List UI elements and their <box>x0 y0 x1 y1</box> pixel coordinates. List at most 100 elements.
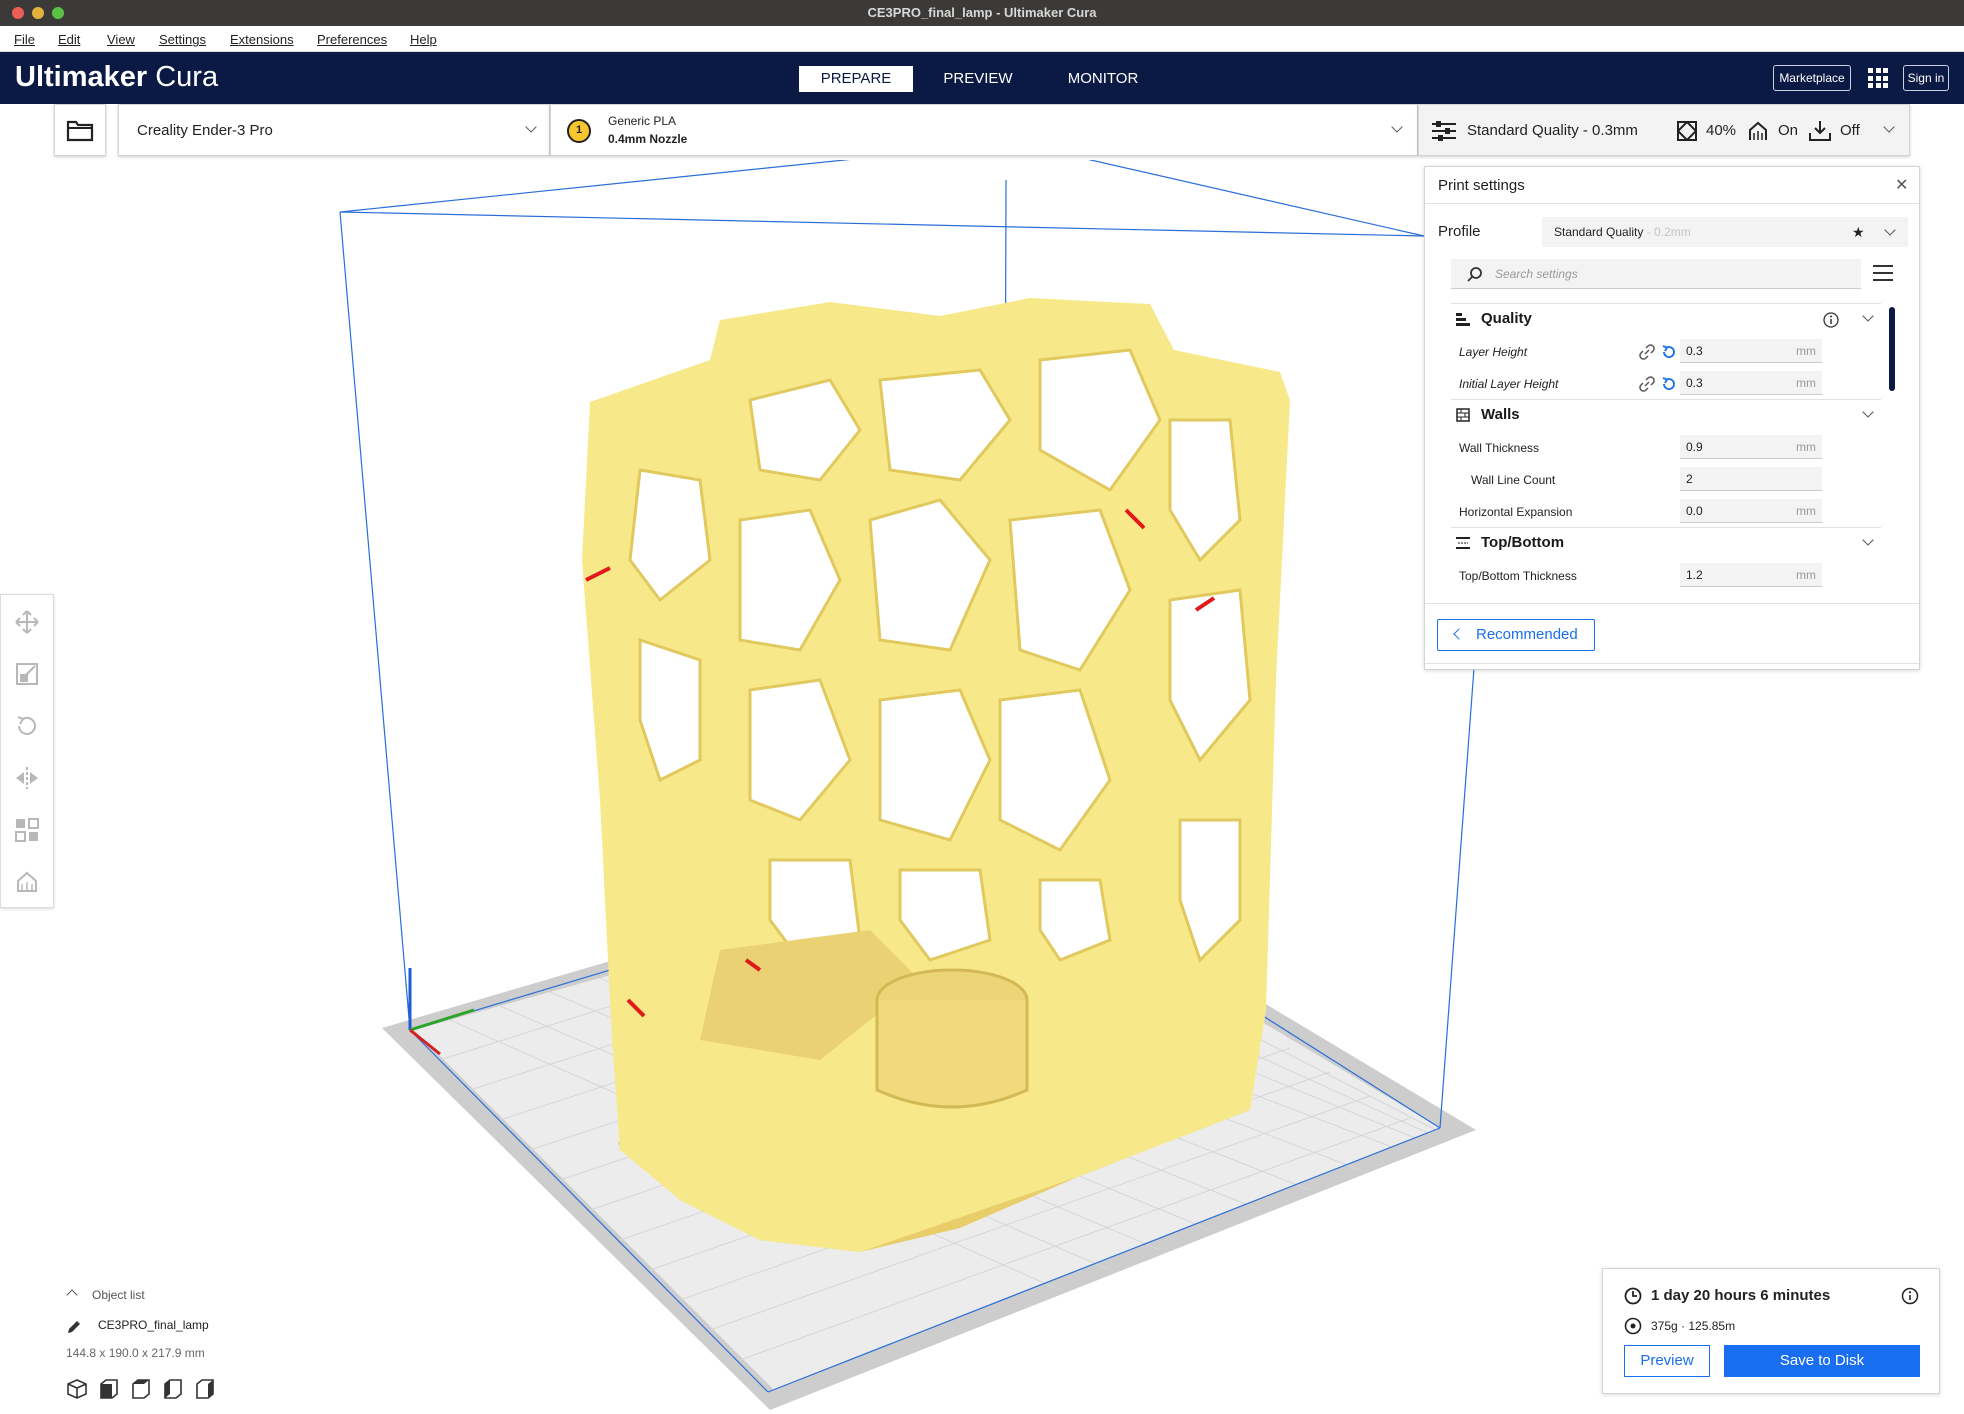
search-settings-input[interactable]: Search settings <box>1451 259 1861 289</box>
material-selector[interactable]: 1 Generic PLA 0.4mm Nozzle <box>550 104 1418 156</box>
menu-extensions[interactable]: Extensions <box>230 32 294 47</box>
profile-suffix: - 0.2mm <box>1643 225 1691 239</box>
infill-value: 40% <box>1706 122 1737 139</box>
print-setup-selector[interactable]: Standard Quality - 0.3mm 40% On Off <box>1418 104 1910 156</box>
close-window-button[interactable] <box>12 7 24 19</box>
tab-preview[interactable]: PREVIEW <box>928 66 1028 92</box>
print-time: 1 day 20 hours 6 minutes <box>1651 1287 1831 1304</box>
info-icon[interactable] <box>1901 1287 1919 1305</box>
star-icon[interactable]: ★ <box>1852 217 1865 247</box>
menu-bar: File Edit View Settings Extensions Prefe… <box>0 26 1964 52</box>
top-view-icon[interactable] <box>130 1378 152 1400</box>
menu-settings[interactable]: Settings <box>159 32 206 47</box>
left-view-icon[interactable] <box>162 1378 184 1400</box>
top-bottom-thickness-input[interactable]: 1.2 mm <box>1680 563 1822 587</box>
close-icon[interactable]: ✕ <box>1895 175 1908 195</box>
tab-monitor[interactable]: MONITOR <box>1053 66 1153 92</box>
chevron-down-icon <box>1862 310 1874 322</box>
mirror-tool-icon[interactable] <box>14 765 40 791</box>
3d-view-icon[interactable] <box>66 1378 88 1400</box>
profile-value: Standard Quality <box>1554 225 1644 239</box>
chevron-down-icon <box>1884 224 1896 236</box>
chevron-down-icon <box>1862 534 1874 546</box>
object-name[interactable]: CE3PRO_final_lamp <box>98 1318 209 1332</box>
support-blocker-icon[interactable] <box>14 869 40 895</box>
quality-profile: Standard Quality - 0.3mm <box>1467 122 1638 139</box>
window-titlebar: CE3PRO_final_lamp - Ultimaker Cura <box>0 0 1964 26</box>
chevron-down-icon <box>1391 121 1403 133</box>
print-action-panel: 1 day 20 hours 6 minutes 375g · 125.85m … <box>1602 1268 1940 1394</box>
maximize-window-button[interactable] <box>52 7 64 19</box>
menu-edit[interactable]: Edit <box>58 32 80 47</box>
chevron-down-icon <box>1862 406 1874 418</box>
setting-initial-layer-height: Initial Layer Height 0.3 mm <box>1459 369 1899 399</box>
chevron-up-icon[interactable] <box>66 1289 78 1301</box>
save-to-disk-button[interactable]: Save to Disk <box>1724 1345 1920 1377</box>
walls-icon <box>1456 408 1470 422</box>
link-icon[interactable] <box>1639 344 1655 360</box>
open-file-button[interactable] <box>54 104 106 156</box>
recommended-button[interactable]: Recommended <box>1437 619 1595 651</box>
wall-thickness-input[interactable]: 0.9 mm <box>1680 435 1822 459</box>
reset-icon[interactable] <box>1661 376 1677 392</box>
sign-in-button[interactable]: Sign in <box>1903 65 1949 91</box>
rotate-tool-icon[interactable] <box>14 713 40 739</box>
profile-label: Profile <box>1438 223 1481 240</box>
settings-menu-icon[interactable] <box>1873 265 1893 281</box>
transform-toolbar <box>0 594 54 908</box>
setting-wall-thickness: Wall Thickness 0.9 mm <box>1459 433 1899 463</box>
setting-horizontal-expansion: Horizontal Expansion 0.0 mm <box>1459 497 1899 527</box>
panel-title: Print settings <box>1438 177 1525 194</box>
link-icon[interactable] <box>1639 376 1655 392</box>
menu-view[interactable]: View <box>107 32 135 47</box>
app-header: Ultimaker Cura PREPARE PREVIEW MONITOR M… <box>0 52 1964 104</box>
object-dimensions: 144.8 x 190.0 x 217.9 mm <box>66 1346 205 1360</box>
infill-icon <box>1677 121 1697 141</box>
spool-icon <box>1624 1317 1642 1335</box>
menu-preferences[interactable]: Preferences <box>317 32 387 47</box>
horizontal-expansion-input[interactable]: 0.0 mm <box>1680 499 1822 523</box>
reset-icon[interactable] <box>1661 344 1677 360</box>
setting-top-bottom-thickness: Top/Bottom Thickness 1.2 mm <box>1459 561 1899 591</box>
settings-sliders-icon <box>1432 121 1456 141</box>
layers-icon <box>1456 313 1470 326</box>
clock-icon <box>1624 1287 1642 1305</box>
per-model-settings-icon[interactable] <box>14 817 40 843</box>
minimize-window-button[interactable] <box>32 7 44 19</box>
menu-help[interactable]: Help <box>410 32 437 47</box>
extruder-badge: 1 <box>576 124 583 136</box>
menu-file[interactable]: File <box>14 32 35 47</box>
category-top-bottom[interactable]: Top/Bottom <box>1451 527 1881 557</box>
right-view-icon[interactable] <box>194 1378 216 1400</box>
app-logo: Ultimaker Cura <box>15 61 219 93</box>
profile-dropdown[interactable]: Standard Quality - 0.2mm ★ <box>1542 217 1908 247</box>
support-value: On <box>1778 122 1799 139</box>
preview-button[interactable]: Preview <box>1624 1345 1710 1377</box>
nozzle-size: 0.4mm Nozzle <box>608 132 688 146</box>
object-list-header[interactable]: Object list <box>92 1288 145 1302</box>
category-quality[interactable]: Quality <box>1451 303 1881 333</box>
info-icon[interactable] <box>1823 312 1839 328</box>
layer-height-input[interactable]: 0.3 mm <box>1680 339 1822 363</box>
front-view-icon[interactable] <box>98 1378 120 1400</box>
marketplace-button[interactable]: Marketplace <box>1773 65 1851 91</box>
chevron-left-icon <box>1453 628 1465 640</box>
printer-selector[interactable]: Creality Ender-3 Pro <box>118 104 550 156</box>
move-tool-icon[interactable] <box>14 609 40 635</box>
top-bottom-icon <box>1456 537 1470 549</box>
material-usage: 375g · 125.85m <box>1651 1319 1736 1333</box>
apps-grid-icon[interactable] <box>1868 68 1888 88</box>
printer-name: Creality Ender-3 Pro <box>137 122 273 139</box>
setting-layer-height: Layer Height 0.3 mm <box>1459 337 1899 367</box>
wall-line-count-input[interactable]: 2 <box>1680 467 1822 491</box>
folder-icon <box>66 120 94 142</box>
edit-icon[interactable] <box>66 1319 82 1335</box>
scale-tool-icon[interactable] <box>14 661 40 687</box>
search-icon <box>1467 267 1482 282</box>
divider <box>1425 663 1919 664</box>
material-name: Generic PLA <box>608 114 677 128</box>
initial-layer-height-input[interactable]: 0.3 mm <box>1680 371 1822 395</box>
chevron-down-icon <box>525 121 537 133</box>
category-walls[interactable]: Walls <box>1451 399 1881 429</box>
tab-prepare[interactable]: PREPARE <box>799 66 913 92</box>
